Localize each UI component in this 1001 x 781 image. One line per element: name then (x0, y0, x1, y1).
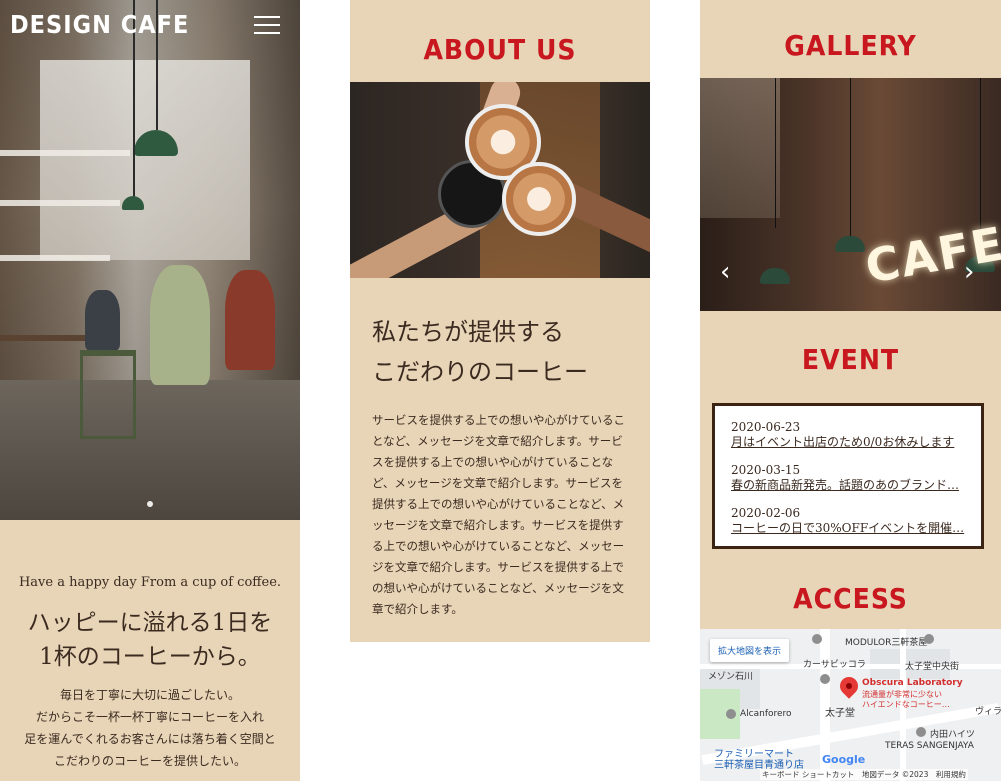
map-place-desc: ハイエンドなコーヒー… (862, 700, 950, 709)
gallery-title: GALLERY (784, 29, 917, 62)
map-place-name[interactable]: Obscura Laboratory (862, 678, 963, 688)
about-heading-line: 私たちが提供する (372, 318, 564, 346)
map-poi-icon[interactable] (916, 727, 926, 737)
slider-dot[interactable] (147, 501, 153, 507)
about-heading: 私たちが提供する こだわりのコーヒー (372, 312, 588, 392)
event-title: EVENT (801, 343, 900, 376)
menu-bar (254, 24, 280, 26)
event-item[interactable]: 2020-06-23 月はイベント出店のため0/0お休みします (731, 420, 965, 450)
map-poi-icon[interactable] (812, 634, 822, 644)
about-photo (350, 82, 650, 278)
shelf (0, 150, 130, 156)
map-poi-icon[interactable] (820, 674, 830, 684)
pendant-lamp (760, 268, 790, 284)
event-link[interactable]: 月はイベント出店のため0/0お休みします (731, 435, 965, 450)
map-place-line: ファミリーマート (714, 749, 794, 760)
hero-body-line: こだわりのコーヒーを提供したい。 (53, 754, 246, 768)
hero-tagline: Have a happy day From a cup of coffee. (18, 575, 282, 590)
hero-body-line: 毎日を丁寧に大切に過ごしたい。 (59, 688, 240, 702)
hamburger-menu-button[interactable] (254, 14, 280, 36)
brand-logo[interactable]: DESIGN CAFE (10, 10, 189, 39)
google-map[interactable]: 拡大地図を表示 MODULOR三軒茶屋 カーサビッコラ 太子堂中央街 メゾン石川… (700, 629, 1001, 781)
person (150, 265, 210, 385)
person (85, 290, 120, 350)
map-place-name[interactable]: ファミリーマート 三軒茶屋目青通り店 (714, 749, 804, 771)
map-poi-icon[interactable] (726, 709, 736, 719)
hero-screen: DESIGN CAFE Have a happy day From a cup … (0, 0, 300, 781)
location-pin-icon[interactable] (836, 673, 862, 699)
access-title: ACCESS (793, 582, 908, 615)
table (0, 335, 90, 341)
event-link[interactable]: 春の新商品新発売。話題のあのブランド… (731, 478, 965, 493)
map-label: Alcanforero (740, 709, 792, 719)
hero-heading: ハッピーに溢れる1日を 1杯のコーヒーから。 (0, 606, 300, 674)
map-label: 太子堂 (825, 708, 855, 719)
menu-bar (254, 16, 280, 18)
hero-heading-line: 1杯のコーヒーから。 (39, 644, 261, 670)
gallery-slider-image: CAFE ‹ › (700, 78, 1001, 311)
map-label: カーサビッコラ (803, 660, 866, 670)
map-label: TERAS SANGENJAYA (885, 741, 974, 751)
about-body: サービスを提供する上での想いや心がけていることなど、メッセージを文章で紹介します… (372, 413, 625, 616)
event-list: 2020-06-23 月はイベント出店のため0/0お休みします 2020-03-… (712, 403, 984, 549)
map-poi-icon[interactable] (924, 634, 934, 644)
map-footer[interactable]: キーボード ショートカット 地図データ ©2023 利用規約 (760, 769, 968, 780)
about-title: ABOUT US (423, 33, 577, 66)
map-label: MODULOR三軒茶屋 (845, 638, 928, 648)
hero-heading-line: ハッピーに溢れる1日を (27, 610, 273, 636)
about-section: ABOUT US 私たちが提供する こだわりのコーヒー サービスを提供する上での… (350, 0, 650, 642)
hero-body-line: 足を運んでくれるお客さんには落ち着く空間と (24, 732, 276, 746)
cafe-sign: CAFE (861, 216, 1001, 294)
menu-bar (254, 32, 280, 34)
hero-slide-image (0, 0, 300, 520)
pendant-lamp (835, 236, 865, 252)
event-date: 2020-03-15 (731, 463, 801, 477)
lamp-cord (775, 78, 776, 228)
slider-pagination (0, 492, 300, 511)
chair (80, 350, 136, 439)
gallery-prev-arrow-icon[interactable]: ‹ (720, 259, 730, 285)
event-item[interactable]: 2020-03-15 春の新商品新発売。話題のあのブランド… (731, 463, 965, 493)
event-link[interactable]: コーヒーの日で30%OFFイベントを開催… (731, 521, 965, 536)
hero-window-light (40, 60, 250, 260)
map-label: メゾン石川 (708, 672, 754, 682)
wall-window (700, 78, 780, 218)
shelf (0, 255, 110, 261)
event-date: 2020-06-23 (731, 420, 801, 434)
gallery-next-arrow-icon[interactable]: › (964, 259, 974, 285)
shelf (0, 200, 120, 206)
map-label: 内田ハイツ (930, 730, 975, 740)
map-label: 太子堂中央街 (905, 662, 960, 672)
hero-body: 毎日を丁寧に大切に過ごしたい。 だからこそ一杯一杯丁寧にコーヒーを入れ 足を運ん… (14, 684, 286, 772)
person (225, 270, 275, 370)
latte-cup (502, 162, 576, 236)
lamp-cord (850, 78, 851, 238)
gallery-event-access-screen: GALLERY CAFE ‹ › EVENT 2020-06-23 月はイベント… (700, 0, 1001, 781)
enlarge-map-button[interactable]: 拡大地図を表示 (710, 639, 790, 662)
event-item[interactable]: 2020-02-06 コーヒーの日で30%OFFイベントを開催… (731, 506, 965, 536)
map-label: ヴィラ (975, 707, 1001, 717)
google-logo: Google (822, 753, 866, 766)
about-heading-line: こだわりのコーヒー (372, 358, 588, 386)
event-date: 2020-02-06 (731, 506, 801, 520)
hero-body-line: だからこそ一杯一杯丁寧にコーヒーを入れ (35, 710, 264, 724)
